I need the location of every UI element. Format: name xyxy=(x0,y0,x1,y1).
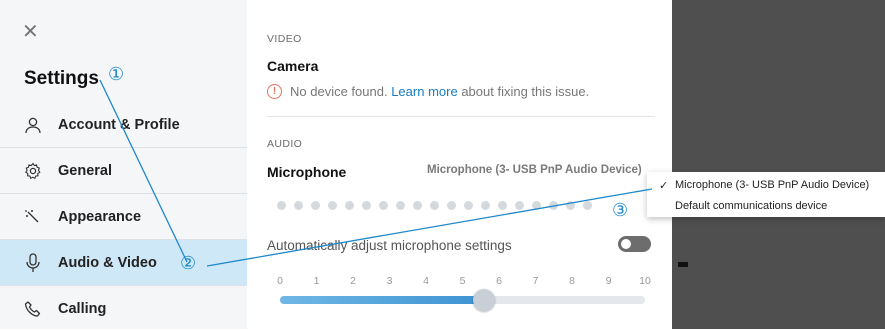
annotation-marker-1: ① xyxy=(108,64,125,85)
annotation-marker-2: ② xyxy=(180,253,197,274)
annotation-lines xyxy=(99,79,653,267)
annotation-marker-3: ③ xyxy=(612,200,629,221)
